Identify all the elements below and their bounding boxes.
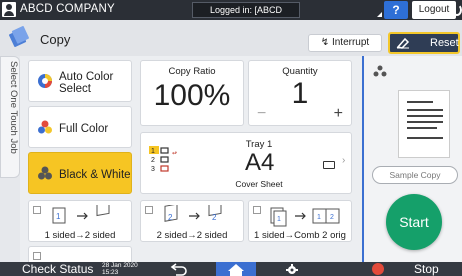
quantity-caption: Quantity bbox=[282, 66, 318, 77]
svg-text:1: 1 bbox=[317, 214, 321, 221]
preview-line bbox=[407, 109, 443, 111]
start-button[interactable]: Start bbox=[386, 194, 442, 250]
back-icon[interactable] bbox=[168, 262, 188, 276]
paper-orientation-icon bbox=[323, 161, 335, 169]
duplex-combine-checkbox[interactable] bbox=[253, 206, 261, 214]
svg-text:1: 1 bbox=[277, 216, 281, 223]
duplex-1to2-label: 1 sided→2 sided bbox=[44, 230, 116, 241]
paper-tray-button[interactable]: 1 2 3 ↫ Tray 1 A4 Cover Sheet › bbox=[140, 132, 352, 194]
auto-color-icon bbox=[38, 74, 52, 88]
duplex-1to2-button[interactable]: 1 1 sided→2 sided bbox=[28, 200, 132, 242]
svg-text:2: 2 bbox=[212, 213, 217, 222]
svg-text:2: 2 bbox=[330, 214, 334, 221]
duplex-2to2-checkbox[interactable] bbox=[145, 206, 153, 214]
preview-line bbox=[407, 121, 443, 123]
bottom-bar: Check Status 28 Jan 2020 15:23 Stop bbox=[0, 262, 462, 276]
copy-ratio-button[interactable]: Copy Ratio 100% bbox=[140, 60, 244, 126]
one-touch-job-label: Select One Touch Job bbox=[8, 61, 19, 154]
stop-button[interactable]: Stop bbox=[414, 262, 439, 276]
home-icon[interactable] bbox=[216, 262, 256, 276]
preview-line bbox=[407, 115, 443, 117]
quantity-decrease-button[interactable]: − bbox=[257, 105, 266, 123]
preview-line bbox=[407, 127, 437, 129]
reset-button[interactable]: Reset bbox=[388, 32, 460, 54]
cover-sheet-label: Cover Sheet bbox=[235, 179, 283, 189]
scan-settings-icon[interactable] bbox=[372, 64, 388, 78]
copy-ratio-caption: Copy Ratio bbox=[168, 66, 216, 77]
black-white-button[interactable]: Black & White bbox=[28, 152, 132, 194]
full-color-label: Full Color bbox=[59, 123, 109, 135]
auto-color-label-1: Auto Color bbox=[59, 71, 114, 83]
black-white-label: Black & White bbox=[59, 169, 131, 181]
user-icon bbox=[2, 2, 16, 17]
full-color-button[interactable]: Full Color bbox=[28, 106, 132, 148]
paper-size: A4 bbox=[245, 149, 275, 176]
duplex-1to2-icon: 1 bbox=[52, 205, 110, 224]
time: 15:23 bbox=[102, 269, 119, 276]
login-corner-indicator bbox=[300, 2, 384, 18]
quantity-increase-button[interactable]: + bbox=[334, 105, 343, 123]
date: 28 Jan 2020 bbox=[102, 262, 138, 269]
duplex-2to2-button[interactable]: 2 2 2 sided→2 sided bbox=[140, 200, 244, 242]
stop-icon bbox=[372, 263, 384, 275]
app-header: Copy ↯ Interrupt Reset bbox=[0, 20, 462, 56]
duplex-combine-icon: 1 1 2 bbox=[270, 207, 340, 227]
duplex-2to2-label: 2 sided→2 sided bbox=[156, 230, 228, 241]
login-status: Logged in: [ABCD COMPANY] bbox=[192, 2, 300, 29]
preview-line bbox=[407, 101, 433, 103]
chevron-right-icon: › bbox=[342, 155, 346, 166]
one-touch-job-tab[interactable]: Select One Touch Job bbox=[0, 56, 20, 178]
power-icon[interactable] bbox=[452, 4, 462, 16]
reset-icon bbox=[396, 37, 410, 49]
page-title: Copy bbox=[40, 32, 71, 47]
sample-copy-button[interactable]: Sample Copy bbox=[372, 166, 458, 184]
duplex-2to2-icon: 2 2 bbox=[164, 205, 222, 222]
company-name: ABCD COMPANY bbox=[20, 3, 115, 15]
duplex-combine-label: 1 sided→Comb 2 orig bbox=[254, 230, 346, 241]
tray-bypass-icon: ↫ bbox=[172, 151, 177, 157]
preview-panel: Sample Copy Start bbox=[362, 56, 462, 262]
copy-settings-panel: Auto Color Select Full Color Black & Whi… bbox=[20, 56, 362, 266]
tray-number-3: 3 bbox=[151, 166, 155, 173]
auto-color-select-button[interactable]: Auto Color Select bbox=[28, 60, 132, 102]
top-bar: ABCD COMPANY Logged in: [ABCD COMPANY] ?… bbox=[0, 0, 462, 29]
interrupt-button[interactable]: ↯ Interrupt bbox=[308, 34, 382, 52]
interrupt-label: Interrupt bbox=[331, 37, 370, 48]
auto-color-label-2: Select bbox=[59, 83, 91, 95]
full-color-icon bbox=[38, 120, 52, 134]
copy-app-icon bbox=[9, 26, 29, 47]
interrupt-icon: ↯ bbox=[320, 37, 332, 48]
gear-icon[interactable] bbox=[282, 262, 302, 276]
copy-screen: ABCD COMPANY Logged in: [ABCD COMPANY] ?… bbox=[0, 0, 462, 276]
copy-ratio-value: 100% bbox=[153, 79, 231, 112]
black-white-icon bbox=[38, 166, 52, 180]
svg-text:1: 1 bbox=[56, 212, 61, 221]
help-button[interactable]: ? bbox=[384, 1, 408, 19]
check-status-button[interactable]: Check Status bbox=[22, 262, 93, 276]
reset-label: Reset bbox=[430, 37, 459, 49]
more-settings-checkbox[interactable] bbox=[33, 252, 41, 260]
document-preview bbox=[398, 90, 450, 158]
tray-number-2: 2 bbox=[151, 157, 155, 164]
duplex-combine-button[interactable]: 1 1 2 1 sided→Comb 2 orig bbox=[248, 200, 352, 242]
date-time: 28 Jan 2020 15:23 bbox=[102, 262, 148, 276]
duplex-1to2-checkbox[interactable] bbox=[33, 206, 41, 214]
quantity-field[interactable]: Quantity 1 − + bbox=[248, 60, 352, 126]
preview-line bbox=[407, 137, 443, 139]
svg-text:2: 2 bbox=[168, 213, 173, 222]
logout-button[interactable]: Logout bbox=[412, 1, 456, 19]
